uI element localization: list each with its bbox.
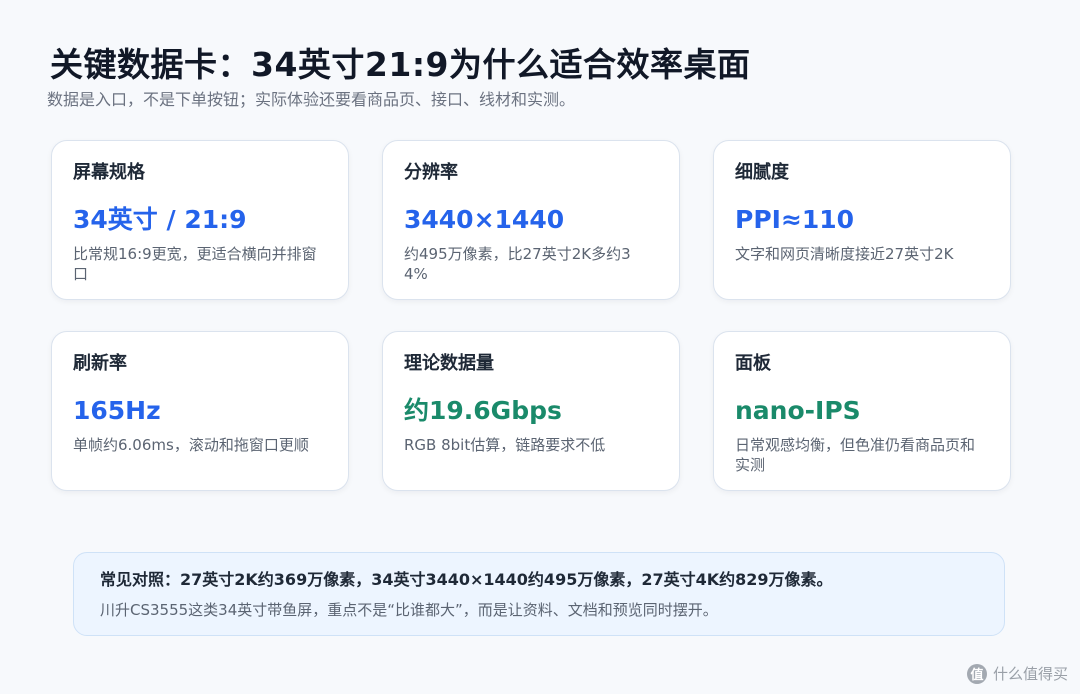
card-description: 日常观感均衡，但色准仍看商品页和实测 <box>735 436 976 474</box>
card-label: 细腻度 <box>735 162 789 183</box>
card-value: nano-IPS <box>735 396 861 425</box>
page-title: 关键数据卡：34英寸21:9为什么适合效率桌面 <box>50 45 751 84</box>
card-refresh-rate: 刷新率 165Hz 单帧约6.06ms，滚动和拖窗口更顺 <box>51 331 349 491</box>
card-description: 文字和网页清晰度接近27英寸2K <box>735 245 954 263</box>
note-main-text: 常见对照：27英寸2K约369万像素，34英寸3440×1440约495万像素，… <box>100 570 833 589</box>
card-label: 理论数据量 <box>404 353 494 374</box>
card-data-rate: 理论数据量 约19.6Gbps RGB 8bit估算，链路要求不低 <box>382 331 680 491</box>
card-description: 单帧约6.06ms，滚动和拖窗口更顺 <box>73 436 309 454</box>
card-value: 165Hz <box>73 396 161 425</box>
card-resolution: 分辨率 3440×1440 约495万像素，比27英寸2K多约34% <box>382 140 680 300</box>
card-label: 分辨率 <box>404 162 458 183</box>
card-pixel-density: 细腻度 PPI≈110 文字和网页清晰度接近27英寸2K <box>713 140 1011 300</box>
card-description: RGB 8bit估算，链路要求不低 <box>404 436 606 454</box>
card-screen-spec: 屏幕规格 34英寸 / 21:9 比常规16:9更宽，更适合横向并排窗口 <box>51 140 349 300</box>
page-subtitle: 数据是入口，不是下单按钮；实际体验还要看商品页、接口、线材和实测。 <box>47 90 576 109</box>
card-label: 面板 <box>735 353 771 374</box>
note-sub-text: 川升CS3555这类34英寸带鱼屏，重点不是“比谁都大”，而是让资料、文档和预览… <box>100 601 718 619</box>
card-description: 约495万像素，比27英寸2K多约34% <box>404 245 631 283</box>
watermark-text: 什么值得买 <box>992 665 1068 683</box>
zhi-logo-icon: 值 <box>966 663 987 684</box>
card-panel: 面板 nano-IPS 日常观感均衡，但色准仍看商品页和实测 <box>713 331 1011 491</box>
watermark: 值 什么值得买 <box>966 663 1068 684</box>
card-value: 3440×1440 <box>404 205 565 234</box>
comparison-note: 常见对照：27英寸2K约369万像素，34英寸3440×1440约495万像素，… <box>73 552 1005 636</box>
card-value: PPI≈110 <box>735 205 855 234</box>
card-value: 约19.6Gbps <box>404 396 562 425</box>
card-description: 比常规16:9更宽，更适合横向并排窗口 <box>73 245 317 283</box>
card-value: 34英寸 / 21:9 <box>73 205 247 234</box>
card-label: 刷新率 <box>73 353 127 374</box>
card-label: 屏幕规格 <box>73 162 145 183</box>
